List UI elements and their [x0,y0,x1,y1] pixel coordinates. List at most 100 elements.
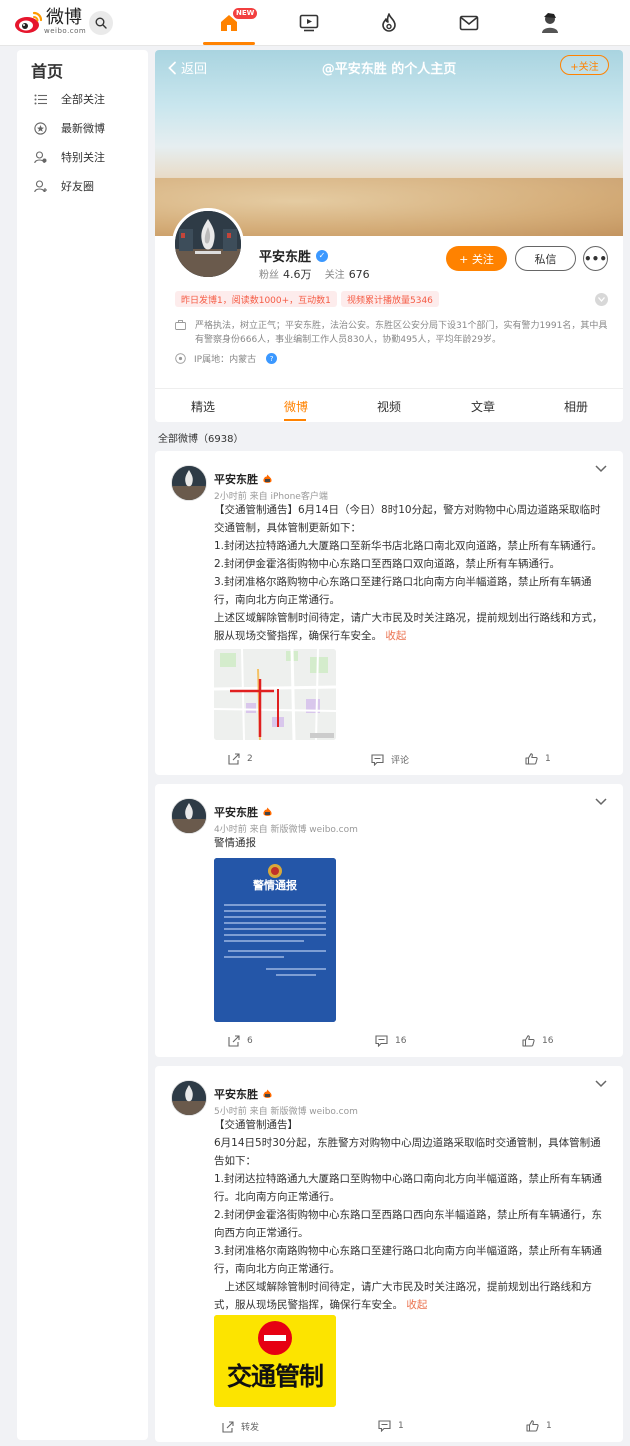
post-author[interactable]: 平安东胜 [214,471,273,487]
sidebar-item-label: 全部关注 [61,93,105,106]
sidebar-item-label: 特别关注 [61,151,105,164]
post-author[interactable]: 平安东胜 [214,804,273,820]
nav-hot-button[interactable] [376,10,402,36]
comment-button[interactable]: 评论 [371,753,409,766]
repost-button[interactable]: 6 [228,1035,253,1047]
new-badge: NEW [233,8,258,19]
help-icon[interactable]: ? [266,353,278,364]
like-button[interactable]: 16 [522,1035,553,1047]
search-icon [95,17,107,29]
like-count: 1 [546,1421,552,1431]
nav-active-indicator [203,42,255,45]
weibo-eye-icon [14,9,44,35]
comment-icon [375,1035,388,1047]
profile-name: 平安东胜 ✓ [259,246,329,265]
all-weibo-count[interactable]: 全部微博（6938） [158,430,243,445]
repost-icon [222,1420,234,1433]
profile-tabs: 精选 微博 视频 文章 相册 [155,388,623,422]
comment-count: 评论 [391,756,410,766]
post-content: 警情通报 [214,834,606,852]
traffic-map-image [214,649,336,740]
like-button[interactable]: 1 [525,753,551,765]
post-author-name: 平安东胜 [214,806,258,819]
special-follow-icon [33,150,47,164]
chevron-down-icon[interactable] [595,465,607,473]
chevron-down-icon[interactable] [595,798,607,806]
thumbs-up-icon [522,1035,535,1047]
chevron-down-icon [598,297,605,302]
tab-album[interactable]: 相册 [564,398,588,415]
fans-count[interactable]: 4.6万 [283,268,312,281]
search-button[interactable] [89,11,113,35]
tab-active-indicator [284,419,306,421]
sidebar-item-all-follow[interactable]: 全部关注 [33,91,105,107]
police-emblem-avatar-image [172,1081,206,1115]
post-content: 【交通管制通告】6月14日（今日）8时10分起，警方对购物中心周边道路采取临时交… [214,501,606,645]
profile-name-text: 平安东胜 [259,250,312,265]
comment-button[interactable]: 1 [378,1420,404,1432]
stats-pill-video[interactable]: 视频累计播放量5346 [341,291,439,307]
expand-info-button[interactable] [595,293,608,306]
post-actions: 6 16 16 [155,1035,623,1053]
collapse-link[interactable]: 收起 [406,1299,427,1311]
nav-user-avatar[interactable] [537,10,563,36]
verified-icon: ✓ [316,249,329,262]
repost-button[interactable]: 2 [228,753,253,765]
weibo-logo[interactable]: 微博 weibo.com [14,9,86,35]
sidebar-item-friends[interactable]: 好友圈 [33,178,94,194]
post-line: 2.封闭伊金霍洛街购物中心东路口至西路口双向道路，禁止所有车辆通行。 [214,558,561,570]
nav-video-button[interactable] [296,10,322,36]
post-author-avatar[interactable] [171,465,207,501]
post-card: 平安东胜 4小时前 来自 新版微博 weibo.com 警情通报 警情通报 6 … [155,784,623,1057]
post-author-avatar[interactable] [171,798,207,834]
following-count[interactable]: 676 [349,268,370,281]
collapse-link[interactable]: 收起 [385,630,406,642]
post-author-avatar[interactable] [171,1080,207,1116]
mail-icon [459,15,479,31]
like-count: 16 [542,1036,554,1046]
post-line: 1.封闭达拉特路通九大厦路口至新华书店北路口南北双向道路，禁止所有车辆通行。 [214,540,603,552]
user-avatar-icon [542,13,558,33]
stats-pill-daily[interactable]: 昨日发博1，阅读数1000+，互动数1 [175,291,337,307]
header-follow-button[interactable]: +关注 [560,55,609,75]
post-author[interactable]: 平安东胜 [214,1086,273,1102]
no-entry-sign-icon [214,1315,336,1407]
post-line: 上述区域解除管制时间待定，请广大市民及时关注路况，提前规划出行路线和方式，服从现… [214,1281,592,1311]
tab-video[interactable]: 视频 [377,398,401,415]
traffic-control-text: 交通管制 [226,1362,324,1391]
profile-avatar[interactable] [172,208,244,280]
like-button[interactable]: 1 [526,1420,552,1432]
sidebar-item-special[interactable]: 特别关注 [33,149,105,165]
ip-location-text: IP属地：内蒙古 [194,355,257,365]
flame-icon [382,13,396,32]
repost-button[interactable]: 转发 [222,1420,259,1433]
tab-article[interactable]: 文章 [471,398,495,415]
tab-weibo[interactable]: 微博 [284,398,308,415]
location-icon [175,353,186,364]
more-options-button[interactable]: ••• [583,246,608,271]
post-image-police-notice[interactable]: 警情通报 [214,858,336,1022]
profile-banner-image [155,50,623,236]
post-content: 【交通管制通告】 6月14日5时30分起，东胜警方对购物中心周边道路采取临时交通… [214,1116,606,1314]
repost-icon [228,1035,240,1047]
logo-subtext: weibo.com [44,27,87,35]
private-message-button[interactable]: 私信 [515,246,576,271]
thumbs-up-icon [526,1420,539,1432]
post-image-map[interactable] [214,649,336,740]
chevron-down-icon[interactable] [595,1080,607,1088]
post-line: 【交通管制通告】 [214,1119,298,1131]
post-actions: 转发 1 1 [155,1420,623,1438]
sidebar-item-latest[interactable]: 最新微博 [33,120,105,136]
post-image-traffic-control[interactable]: 交通管制 [214,1315,336,1407]
follow-button[interactable]: + 关注 [446,246,507,271]
comment-button[interactable]: 16 [375,1035,406,1047]
post-line: 警情通报 [214,837,256,849]
post-author-name: 平安东胜 [214,473,258,486]
profile-header-title: @平安东胜 的个人主页 [321,62,457,77]
sidebar-title: 首页 [31,62,64,81]
tab-featured[interactable]: 精选 [191,398,215,415]
friends-icon [33,179,47,193]
police-notice-title: 警情通报 [253,879,297,892]
ip-location: IP属地：内蒙古 ? [175,352,278,365]
nav-message-button[interactable] [456,10,482,36]
